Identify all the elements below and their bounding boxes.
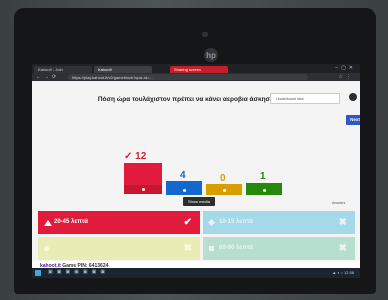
address-bar: ←→⟳ https://play.kahoot.it/v2/gameblock?…: [32, 73, 360, 81]
result-count-label: ✓ 12: [124, 151, 147, 162]
answer-text: 10-15 λεπτά: [219, 219, 253, 225]
answer-text: 20-45 λεπτά: [54, 219, 88, 225]
extension-icons[interactable]: ☆⋮: [339, 74, 354, 80]
result-bar-base: [166, 186, 202, 195]
tooltip-popup: Leaderboard view: [270, 93, 340, 104]
next-button[interactable]: Next: [346, 115, 360, 125]
diamond-icon: [207, 218, 216, 227]
browser-tab-bar: Kahoot! - Join Kahoot! Sharing screen –▢…: [32, 64, 360, 73]
triangle-icon: [44, 220, 52, 226]
taskbar-app-icons[interactable]: ▣▣▣▣▣▣▣: [48, 269, 109, 275]
cross-icon: ✖: [183, 243, 192, 254]
laptop-screen: Kahoot! - Join Kahoot! Sharing screen –▢…: [32, 64, 360, 278]
start-button[interactable]: [35, 270, 41, 276]
answer-tile-square[interactable]: 60-90 λεπτά ✖: [203, 237, 355, 260]
system-tray[interactable]: ▲ ◐ ♪ 12:38: [332, 270, 354, 275]
browser-tab-active[interactable]: Kahoot!: [94, 66, 152, 73]
window-controls[interactable]: –▢✕: [335, 65, 356, 71]
screen-sharing-indicator[interactable]: Sharing screen: [170, 66, 228, 73]
browser-tab[interactable]: Kahoot! - Join: [34, 66, 92, 73]
checkmark-icon: ✔: [183, 217, 192, 228]
hp-logo-icon: hp: [204, 48, 218, 62]
result-count-label: 4: [180, 170, 186, 181]
avatar[interactable]: [349, 93, 357, 101]
result-bar-fill: [124, 163, 162, 185]
square-icon: [209, 246, 214, 251]
show-media-button[interactable]: Show media: [183, 197, 215, 206]
result-bar-base: [124, 185, 162, 194]
kahoot-content: Πόση ώρα τουλάχιστον πρέπει να κάνει αερ…: [32, 81, 360, 271]
answer-tile-triangle[interactable]: 20-45 λεπτά ✔: [38, 211, 200, 234]
result-bar-base: [206, 186, 242, 195]
result-count-label: 1: [260, 171, 266, 182]
cross-icon: ✖: [338, 243, 347, 254]
answers-count-label: Answers: [332, 201, 346, 205]
circle-icon: [44, 246, 49, 251]
result-bar-base: [246, 186, 282, 195]
nav-buttons[interactable]: ←→⟳: [36, 74, 59, 80]
windows-taskbar: ▣▣▣▣▣▣▣ ▲ ◐ ♪ 12:38: [32, 268, 360, 278]
cross-icon: ✖: [338, 217, 347, 228]
url-field[interactable]: https://play.kahoot.it/v2/gameblock?quiz…: [68, 74, 308, 80]
webcam: [202, 32, 208, 37]
answer-tile-circle[interactable]: ✖: [38, 237, 200, 260]
answer-tile-diamond[interactable]: 10-15 λεπτά ✖: [203, 211, 355, 234]
answer-text: 60-90 λεπτά: [219, 245, 253, 251]
